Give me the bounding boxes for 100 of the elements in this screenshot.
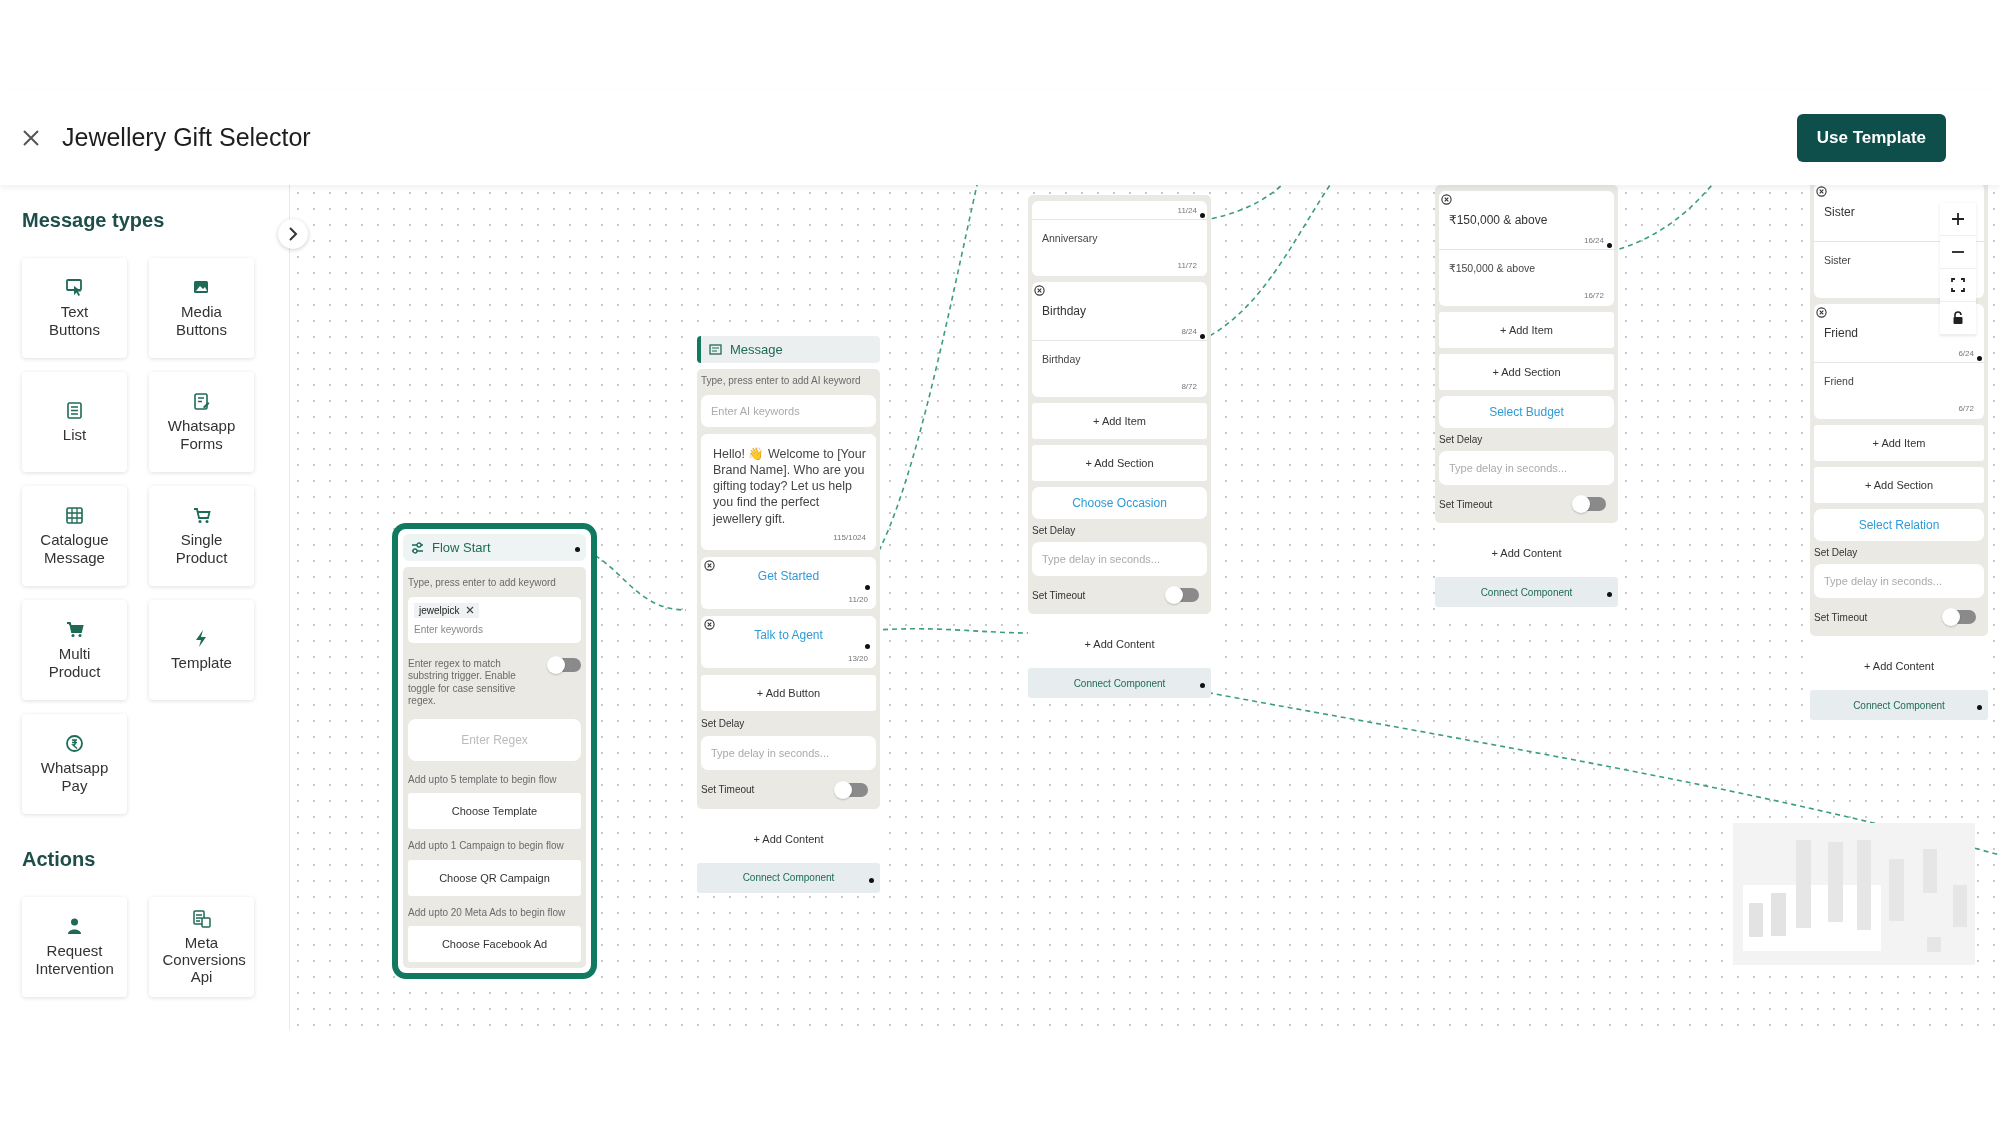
message-icon	[709, 343, 722, 356]
component-button[interactable]: Request Intervention	[22, 897, 127, 997]
item-title: Friend	[1824, 326, 1858, 340]
character-count: 6/24	[1958, 349, 1974, 358]
connect-component-button[interactable]: Connect Component	[1028, 668, 1211, 698]
remove-icon	[1816, 307, 1827, 318]
character-count: 13/20	[846, 653, 868, 663]
regex-field[interactable]: Enter Regex	[408, 718, 581, 761]
sliders-icon	[411, 541, 424, 554]
placeholder-text: Enter keywords	[414, 623, 484, 635]
connection-handle[interactable]	[865, 584, 870, 590]
zoom-control-button[interactable]	[1940, 203, 1976, 236]
toggle-switch[interactable]	[1167, 588, 1199, 602]
connect-component-button[interactable]: Connect Component	[697, 862, 880, 893]
person-icon	[65, 917, 84, 937]
connection-handle[interactable]	[869, 877, 874, 883]
connection-handle[interactable]	[1977, 705, 1982, 710]
component-button[interactable]: Meta Conversions Api	[149, 897, 254, 997]
item-description: ₹150,000 & above	[1449, 261, 1536, 276]
connection-handle[interactable]	[1200, 683, 1205, 688]
item-title: ₹150,000 & above	[1449, 213, 1548, 227]
delay-field[interactable]: Type delay in seconds...	[1032, 542, 1207, 576]
toggle-switch[interactable]	[1574, 497, 1606, 511]
component-button[interactable]: Multi Product	[22, 600, 127, 700]
choose-button[interactable]: Choose Facebook Ad	[408, 926, 581, 962]
connection-handle[interactable]	[1200, 334, 1205, 339]
character-count: 6/72	[1958, 404, 1974, 413]
component-button[interactable]: List	[22, 372, 127, 472]
ai-keyword-field[interactable]: Enter AI keywords	[701, 394, 876, 427]
connection-handle[interactable]	[575, 547, 580, 552]
component-button[interactable]: Text Buttons	[22, 258, 127, 358]
choose-button[interactable]: Choose Template	[408, 793, 581, 829]
character-count: 16/72	[1583, 291, 1604, 300]
remove-icon	[704, 618, 715, 630]
chevron-icon	[287, 226, 299, 242]
component-button[interactable]: Single Product	[149, 486, 254, 586]
cart-icon	[65, 620, 84, 640]
character-count: 115/1024	[832, 532, 866, 542]
character-count: 11/72	[1177, 261, 1197, 270]
connection-handle[interactable]	[865, 643, 870, 649]
add-button[interactable]: + Add Button	[701, 674, 876, 711]
character-count: 11/24	[1177, 206, 1197, 215]
item-description: Friend	[1824, 374, 1854, 389]
component-button[interactable]: Catalogue Message	[22, 486, 127, 586]
character-count: 8/24	[1181, 327, 1197, 336]
field-hint: Type, press enter to add keyword	[408, 576, 557, 590]
field-label: Set Delay	[1814, 547, 1859, 558]
lock-icon	[1951, 311, 1965, 325]
field-label: Set Timeout	[1439, 498, 1493, 510]
connect-component-button[interactable]: Connect Component	[1810, 690, 1988, 720]
toggle-switch[interactable]	[549, 657, 581, 672]
node-title: Flow Start	[432, 540, 491, 555]
item-description: Anniversary	[1042, 231, 1098, 246]
item-title: Birthday	[1042, 304, 1087, 318]
character-count: 11/20	[847, 594, 868, 604]
delay-field[interactable]: Type delay in seconds...	[1439, 451, 1614, 485]
add-item-button[interactable]: + Add Item	[1032, 403, 1207, 439]
component-button[interactable]: Whatsapp Pay	[22, 714, 127, 814]
component-button[interactable]: Template	[149, 600, 254, 700]
field-label: Set Timeout	[1814, 611, 1868, 623]
add-section-button[interactable]: + Add Section	[1814, 467, 1984, 503]
expand-button[interactable]	[278, 219, 308, 249]
choose-button[interactable]: Choose QR Campaign	[408, 859, 581, 896]
field-label: Set Delay	[1439, 434, 1484, 445]
toggle-switch[interactable]	[1944, 610, 1976, 624]
regex-note: Enter regex to match substring trigger. Enable toggle for case sensitive regex.	[408, 656, 517, 708]
toggle-switch[interactable]	[836, 782, 868, 797]
zoom-control-button[interactable]	[1940, 269, 1976, 302]
zoom-control-button[interactable]	[1940, 302, 1976, 335]
component-button[interactable]: Whatsapp Forms	[149, 372, 254, 472]
connection-handle[interactable]	[1607, 592, 1612, 597]
add-section-button[interactable]: + Add Section	[1439, 354, 1614, 390]
connect-component-button[interactable]: Connect Component	[1435, 577, 1618, 607]
screen-cursor-icon	[65, 278, 84, 298]
close-icon	[22, 128, 40, 147]
character-count: 8/72	[1181, 382, 1197, 391]
tag-label: jewelpick	[419, 604, 460, 616]
delay-field[interactable]: Type delay in seconds...	[701, 735, 876, 770]
connection-handle[interactable]	[1977, 356, 1982, 361]
connection-handle[interactable]	[1200, 213, 1205, 218]
payment-icon	[65, 734, 84, 754]
field-label: Set Delay	[1032, 525, 1077, 536]
item-description: Sister	[1824, 253, 1851, 268]
close-icon	[465, 606, 474, 614]
remove-icon	[1034, 285, 1045, 296]
list-icon	[65, 400, 84, 420]
field-label: Set Timeout	[1032, 589, 1086, 601]
connection-handle[interactable]	[1607, 243, 1612, 248]
delay-field[interactable]: Type delay in seconds...	[1814, 564, 1984, 598]
add-item-button[interactable]: + Add Item	[1439, 312, 1614, 348]
field-label: Set Timeout	[701, 784, 755, 796]
cart-icon	[192, 506, 211, 526]
keyword-field[interactable]: jewelpick Enter keywords	[408, 596, 581, 643]
item-description: Birthday	[1042, 352, 1081, 367]
field-hint: Add upto 1 Campaign to begin flow	[408, 839, 565, 853]
use-template-button[interactable]: Use Template	[1796, 113, 1946, 162]
add-section-button[interactable]: + Add Section	[1032, 445, 1207, 481]
form-icon	[192, 392, 211, 412]
component-button[interactable]: Media Buttons	[149, 258, 254, 358]
add-item-button[interactable]: + Add Item	[1814, 425, 1984, 461]
